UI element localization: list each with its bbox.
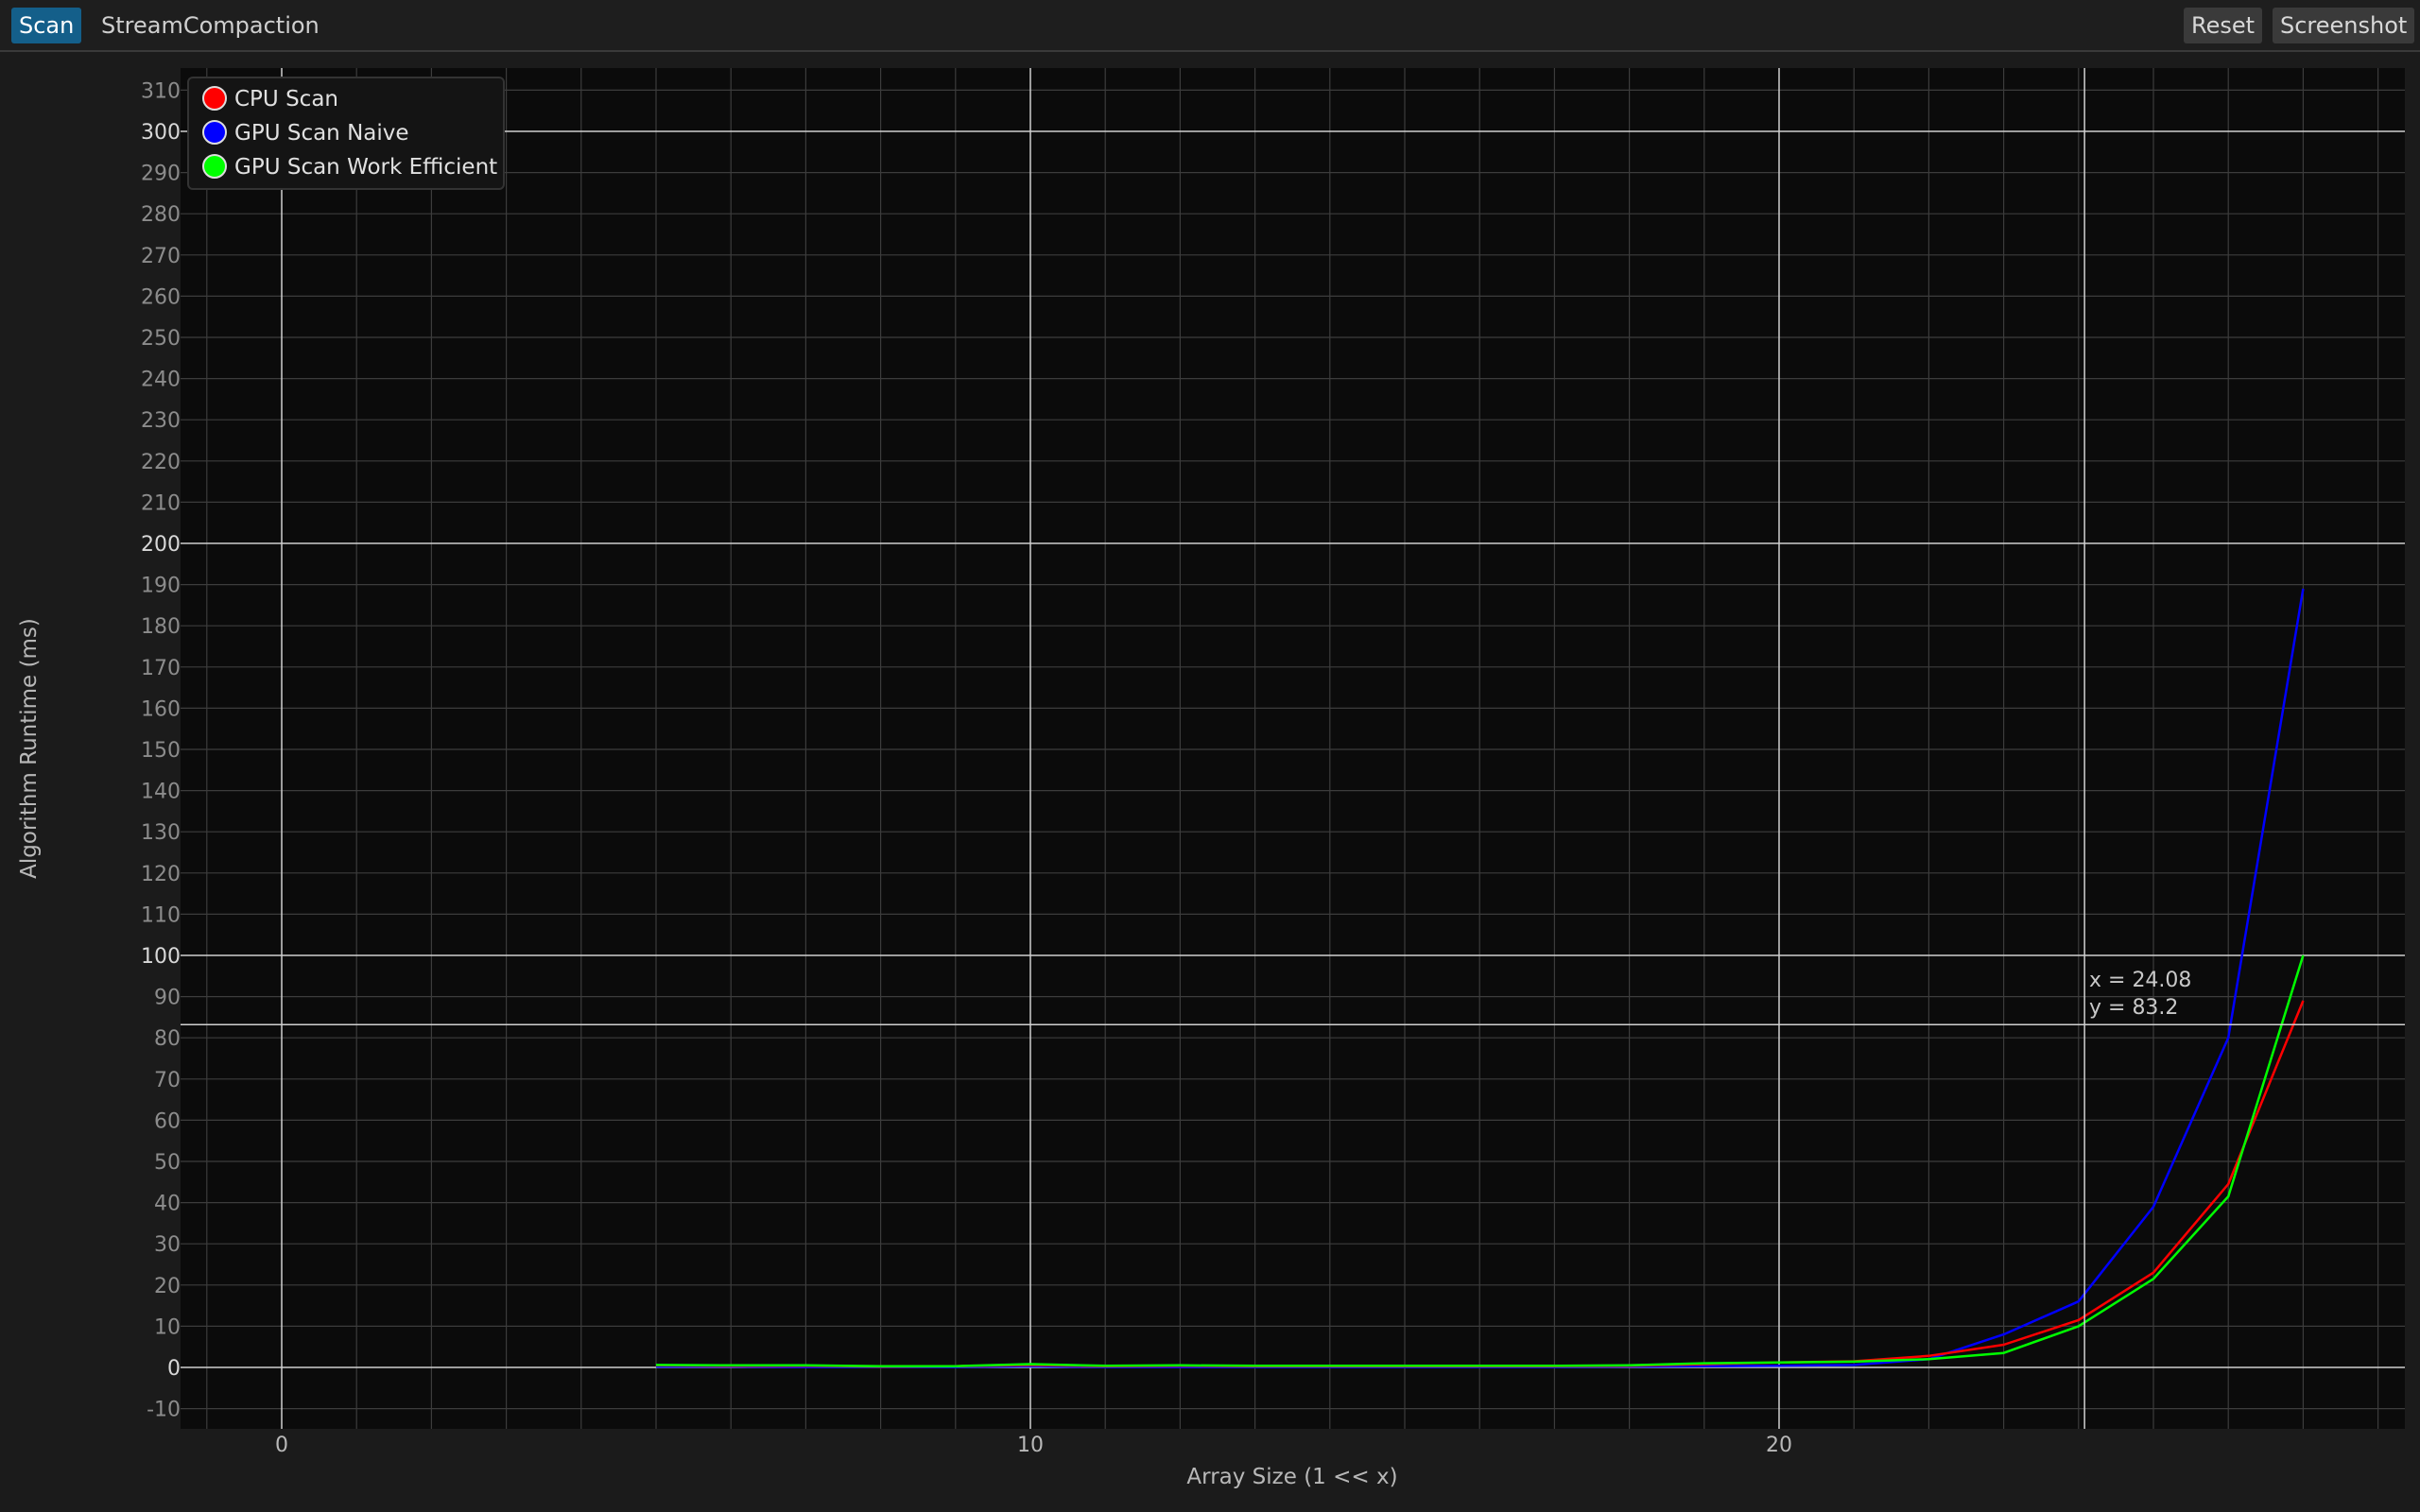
y-tick-label: 190	[141, 575, 181, 598]
y-tick-label: 70	[154, 1069, 181, 1092]
x-tick-label: 0	[275, 1434, 288, 1457]
legend: CPU Scan GPU Scan Naive GPU Scan Work Ef…	[187, 77, 505, 190]
legend-swatch-gpu-scan-naive	[202, 119, 227, 145]
y-tick-label: 60	[154, 1109, 181, 1133]
y-axis-label: Algorithm Runtime (ms)	[17, 618, 42, 879]
cursor-x-readout: x = 24.08	[2089, 969, 2192, 992]
y-tick-label: 100	[141, 945, 181, 969]
legend-item-gpu-scan-naive[interactable]: GPU Scan Naive	[202, 117, 409, 149]
plot-background	[181, 68, 2405, 1429]
x-tick-label: 10	[1017, 1434, 1044, 1457]
y-tick-label: 180	[141, 615, 181, 639]
y-tick-labels: -10 0 10 20 30 40 50 60 70 80 90 100 110 120 130 140 150…	[141, 79, 181, 1421]
y-tick-label: 30	[154, 1233, 181, 1257]
y-tick-label: 50	[154, 1151, 181, 1175]
legend-swatch-gpu-scan-work-efficient	[202, 153, 227, 179]
y-tick-label: 300	[141, 121, 181, 145]
y-tick-label: 120	[141, 863, 181, 886]
y-tick-label: 230	[141, 409, 181, 433]
screenshot-button[interactable]: Screenshot	[2273, 8, 2415, 43]
cursor-readout: x = 24.08 y = 83.2	[2089, 967, 2191, 1022]
y-tick-label: 110	[141, 903, 181, 927]
tab-stream-compaction[interactable]: StreamCompaction	[94, 8, 327, 43]
y-tick-label: 150	[141, 739, 181, 763]
legend-item-gpu-scan-work-efficient[interactable]: GPU Scan Work Efficient	[202, 151, 497, 183]
y-tick-label: 270	[141, 245, 181, 268]
y-tick-label: 90	[154, 987, 181, 1010]
y-tick-label: 210	[141, 491, 181, 515]
menu-bar: Scan StreamCompaction Reset Screenshot	[0, 0, 2420, 52]
x-tick-labels: 0 10 20	[275, 1434, 1792, 1457]
x-tick-label: 20	[1766, 1434, 1792, 1457]
y-tick-label: 0	[167, 1357, 181, 1381]
legend-label: GPU Scan Naive	[234, 121, 409, 146]
legend-label: CPU Scan	[234, 87, 338, 112]
y-tick-label: 80	[154, 1027, 181, 1051]
reset-button[interactable]: Reset	[2184, 8, 2263, 43]
y-tick-label: 170	[141, 657, 181, 680]
y-tick-label: 250	[141, 327, 181, 351]
y-tick-label: 310	[141, 79, 181, 103]
cursor-y-readout: y = 83.2	[2089, 996, 2179, 1020]
y-tick-label: 20	[154, 1275, 181, 1298]
y-tick-label: 10	[154, 1315, 181, 1339]
legend-item-cpu-scan[interactable]: CPU Scan	[202, 83, 338, 115]
y-tick-label: 140	[141, 781, 181, 804]
y-tick-label: 130	[141, 821, 181, 845]
legend-label: GPU Scan Work Efficient	[234, 155, 498, 180]
y-tick-label: -10	[147, 1399, 181, 1422]
y-tick-label: 40	[154, 1193, 181, 1216]
legend-swatch-cpu-scan	[202, 85, 227, 111]
y-tick-label: 260	[141, 285, 181, 309]
y-tick-label: 220	[141, 451, 181, 474]
y-tick-label: 280	[141, 203, 181, 227]
tab-scan[interactable]: Scan	[11, 8, 82, 43]
y-tick-label: 290	[141, 163, 181, 186]
y-tick-label: 160	[141, 697, 181, 721]
x-axis-label: Array Size (1 << x)	[1186, 1465, 1397, 1489]
plot-area[interactable]: -100102030405060708090100110120130140150…	[0, 53, 2420, 1512]
y-tick-label: 200	[141, 533, 181, 557]
y-tick-label: 240	[141, 369, 181, 392]
